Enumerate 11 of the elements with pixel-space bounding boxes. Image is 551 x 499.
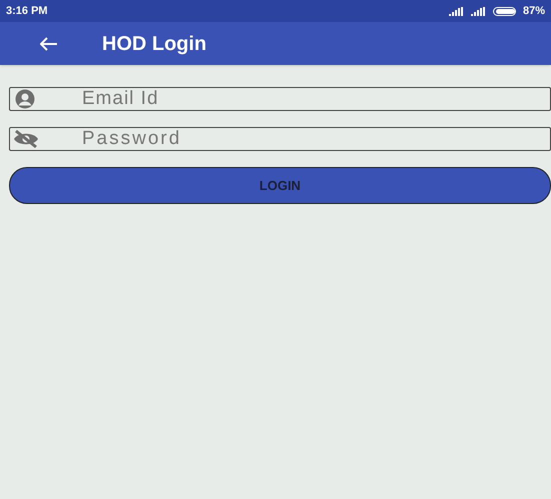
signal-icon: [470, 6, 487, 16]
email-field[interactable]: Email Id: [9, 87, 551, 111]
app-bar-title: HOD Login: [102, 32, 206, 56]
login-button[interactable]: LOGIN: [9, 167, 551, 204]
status-time: 3:16 PM: [6, 4, 48, 19]
eye-off-icon: [12, 129, 40, 149]
battery-level: 87%: [522, 4, 545, 19]
password-field[interactable]: Password: [9, 127, 551, 151]
back-arrow-icon[interactable]: [40, 36, 58, 50]
battery-icon: [492, 6, 517, 16]
signal-icon: [448, 6, 465, 16]
